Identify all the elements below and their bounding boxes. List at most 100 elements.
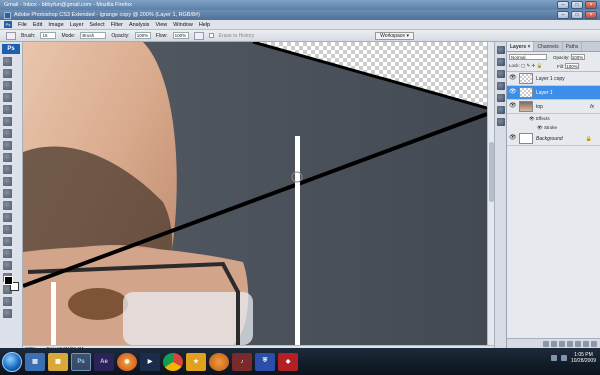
visibility-eye-icon[interactable]: 👁 — [509, 89, 517, 96]
clock[interactable]: 1:05 PM 10/28/2009 — [571, 352, 596, 364]
close-button[interactable]: × — [585, 1, 597, 9]
brush-tool-icon[interactable] — [3, 141, 12, 150]
crop-tool-icon[interactable] — [3, 105, 12, 114]
actions-panel-icon[interactable] — [497, 70, 505, 78]
menu-analysis[interactable]: Analysis — [129, 22, 149, 28]
menu-view[interactable]: View — [155, 22, 167, 28]
layer-row-layer-1[interactable]: 👁 Layer 1 — [507, 86, 600, 100]
menu-file[interactable]: File — [18, 22, 27, 28]
healing-brush-tool-icon[interactable] — [3, 129, 12, 138]
navigator-panel-icon[interactable] — [497, 46, 505, 54]
layer-row-top[interactable]: 👁 top fx — [507, 100, 600, 114]
history-brush-tool-icon[interactable] — [3, 165, 12, 174]
tab-layers[interactable]: Layers × — [507, 42, 535, 51]
blend-mode-select[interactable]: Normal — [509, 54, 547, 60]
magic-wand-tool-icon[interactable] — [3, 93, 12, 102]
stroke-effect-row[interactable]: 👁 Stroke — [507, 123, 600, 132]
document-canvas[interactable] — [23, 42, 487, 345]
network-icon[interactable] — [550, 355, 557, 361]
effects-eye-icon[interactable]: 👁 — [529, 116, 536, 122]
delete-layer-icon[interactable] — [591, 340, 597, 347]
link-layers-icon[interactable] — [543, 340, 549, 347]
visibility-eye-icon[interactable]: 👁 — [509, 75, 517, 82]
fill-field[interactable]: 100% — [565, 63, 580, 69]
lasso-tool-icon[interactable] — [3, 81, 12, 90]
menu-filter[interactable]: Filter — [111, 22, 123, 28]
opacity-field[interactable]: 100% — [134, 32, 151, 39]
ps-maximize-button[interactable]: □ — [571, 11, 583, 19]
ps-minimize-button[interactable]: – — [557, 11, 569, 19]
foreground-color-swatch[interactable] — [4, 276, 13, 285]
visibility-eye-icon[interactable]: 👁 — [509, 103, 517, 110]
layer-opacity-field[interactable]: 100% — [570, 54, 585, 60]
tab-paths[interactable]: Paths — [563, 42, 583, 51]
media-taskbar-icon[interactable]: ♪ — [232, 352, 252, 371]
menu-help[interactable]: Help — [199, 22, 210, 28]
explorer-taskbar-icon[interactable]: ▤ — [25, 352, 45, 371]
menu-select[interactable]: Select — [89, 22, 104, 28]
mode-select[interactable]: Brush — [80, 32, 107, 39]
add-style-icon[interactable] — [551, 340, 557, 347]
layer-row-layer-1-copy[interactable]: 👁 Layer 1 copy — [507, 72, 600, 86]
workspace-button[interactable]: Workspace ▾ — [375, 32, 414, 40]
tab-channels[interactable]: Channels — [534, 42, 563, 51]
slice-tool-icon[interactable] — [3, 117, 12, 126]
erase-history-checkbox[interactable] — [208, 33, 214, 38]
basketball-taskbar-icon[interactable] — [209, 352, 229, 371]
pen-tool-icon[interactable] — [3, 225, 12, 234]
fx-icon[interactable]: fx — [590, 104, 594, 110]
red-app-taskbar-icon[interactable]: ◆ — [278, 352, 298, 371]
lock-icons[interactable]: ▢ ✎ ✛ 🔒 — [521, 63, 542, 68]
marquee-tool-icon[interactable] — [3, 69, 12, 78]
ps-badge-icon: Ps — [2, 44, 20, 54]
minimize-button[interactable]: – — [557, 1, 569, 9]
effects-row[interactable]: 👁 Effects — [507, 114, 600, 123]
add-mask-icon[interactable] — [559, 340, 565, 347]
eraser-tool-icon[interactable] — [3, 177, 12, 186]
history-panel-icon[interactable] — [497, 58, 505, 66]
visibility-eye-icon[interactable]: 👁 — [509, 135, 517, 142]
maximize-button[interactable]: □ — [571, 1, 583, 9]
new-group-icon[interactable] — [575, 340, 581, 347]
airbrush-icon[interactable] — [193, 31, 204, 40]
brushes-panel-icon[interactable] — [497, 94, 505, 102]
start-button[interactable] — [2, 351, 22, 372]
volume-icon[interactable] — [560, 355, 567, 361]
type-tool-icon[interactable] — [3, 237, 12, 246]
flow-field[interactable]: 100% — [172, 32, 189, 39]
menu-image[interactable]: Image — [48, 22, 63, 28]
menu-window[interactable]: Window — [173, 22, 193, 28]
shape-tool-icon[interactable] — [3, 261, 12, 270]
layer-row-background[interactable]: 👁 Background 🔒 — [507, 132, 600, 146]
brush-size-picker[interactable]: 15 — [40, 32, 57, 39]
dodge-tool-icon[interactable] — [3, 213, 12, 222]
ps-close-button[interactable]: × — [585, 11, 597, 19]
zoom-tool-icon[interactable] — [3, 309, 12, 318]
media-player-taskbar-icon[interactable]: ▶ — [140, 352, 160, 371]
eraser-tool-preset-icon[interactable] — [6, 31, 16, 40]
path-selection-tool-icon[interactable] — [3, 249, 12, 258]
folder-taskbar-icon[interactable]: ▦ — [48, 352, 68, 371]
menu-edit[interactable]: Edit — [33, 22, 42, 28]
tool-presets-icon[interactable] — [497, 82, 505, 90]
shield-taskbar-icon[interactable]: ⛨ — [255, 352, 275, 371]
after-effects-taskbar-icon[interactable]: Ae — [94, 352, 114, 371]
app-taskbar-icon[interactable]: ★ — [186, 352, 206, 371]
lock-icon: 🔒 — [585, 135, 592, 142]
move-tool-icon[interactable] — [3, 57, 12, 66]
firefox-taskbar-icon[interactable]: ◉ — [117, 352, 137, 371]
adjustment-layer-icon[interactable] — [567, 340, 573, 347]
menu-layer[interactable]: Layer — [70, 22, 84, 28]
blur-tool-icon[interactable] — [3, 201, 12, 210]
hand-tool-icon[interactable] — [3, 297, 12, 306]
clone-stamp-tool-icon[interactable] — [3, 153, 12, 162]
layer-comps-icon[interactable] — [497, 118, 505, 126]
gradient-tool-icon[interactable] — [3, 189, 12, 198]
clone-source-icon[interactable] — [497, 106, 505, 114]
new-layer-icon[interactable] — [583, 340, 589, 347]
ps-menu-icon[interactable]: Ps — [4, 21, 12, 28]
stroke-eye-icon[interactable]: 👁 — [537, 125, 544, 131]
canvas-vertical-scrollbar[interactable] — [487, 42, 494, 345]
chrome-taskbar-icon[interactable] — [163, 352, 183, 371]
photoshop-taskbar-icon[interactable]: Ps — [71, 352, 91, 371]
